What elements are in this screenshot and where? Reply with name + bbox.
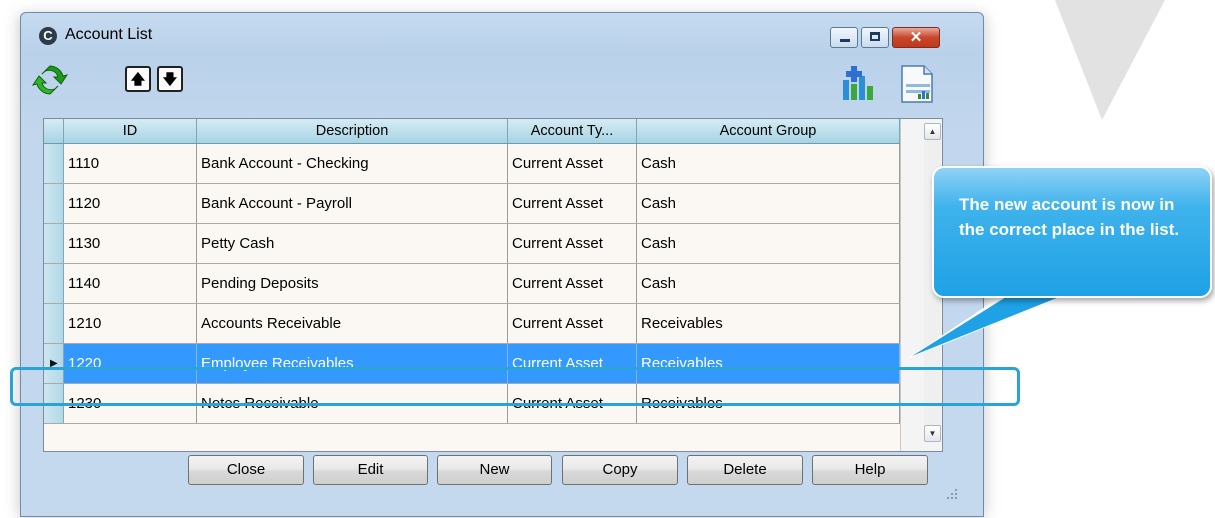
row-header[interactable] xyxy=(44,144,64,183)
row-header[interactable] xyxy=(44,304,64,343)
cell-description: Accounts Receivable xyxy=(197,304,508,343)
app-logo-icon: C xyxy=(39,27,57,45)
window-title: Account List xyxy=(65,26,153,43)
delete-button[interactable]: Delete xyxy=(687,455,803,485)
scroll-down-button[interactable]: ▼ xyxy=(924,425,941,442)
cell-account-group: Cash xyxy=(637,184,900,223)
row-header[interactable] xyxy=(44,264,64,303)
cell-account-type: Current Asset xyxy=(508,184,637,223)
row-header-corner xyxy=(44,119,64,143)
cell-id: 1120 xyxy=(64,184,197,223)
row-header[interactable] xyxy=(44,224,64,263)
table-row[interactable]: 1210 Accounts Receivable Current Asset R… xyxy=(44,304,900,344)
cell-account-group: Cash xyxy=(637,264,900,303)
column-header-account-type[interactable]: Account Ty... xyxy=(508,119,637,143)
maximize-button[interactable] xyxy=(861,27,889,48)
column-header-account-group[interactable]: Account Group xyxy=(637,119,900,143)
minimize-icon xyxy=(840,39,850,42)
table-row[interactable]: 1140 Pending Deposits Current Asset Cash xyxy=(44,264,900,304)
close-icon: ✕ xyxy=(909,29,923,46)
close-window-button[interactable]: ✕ xyxy=(892,27,940,48)
cell-id: 1110 xyxy=(64,144,197,183)
table-row[interactable]: 1130 Petty Cash Current Asset Cash xyxy=(44,224,900,264)
move-down-button[interactable]: 🡇 xyxy=(157,66,183,92)
cell-id: 1140 xyxy=(64,264,197,303)
cell-account-type: Current Asset xyxy=(508,144,637,183)
close-button[interactable]: Close xyxy=(188,455,304,485)
scroll-up-button[interactable]: ▲ xyxy=(924,123,941,140)
edit-button[interactable]: Edit xyxy=(313,455,428,485)
cell-description: Bank Account - Payroll xyxy=(197,184,508,223)
table-row[interactable]: 1120 Bank Account - Payroll Current Asse… xyxy=(44,184,900,224)
cell-account-group: Cash xyxy=(637,224,900,263)
title-bar[interactable]: C Account List ✕ xyxy=(21,13,983,55)
minimize-button[interactable] xyxy=(830,27,858,48)
cell-account-type: Current Asset xyxy=(508,224,637,263)
callout-bubble: The new account is now in the correct pl… xyxy=(932,166,1212,298)
move-down-arrow-icon: 🡇 xyxy=(162,71,178,87)
cell-id: 1130 xyxy=(64,224,197,263)
cell-account-type: Current Asset xyxy=(508,304,637,343)
cell-account-type: Current Asset xyxy=(508,264,637,303)
cell-id: 1210 xyxy=(64,304,197,343)
callout-text: The new account is now in the correct pl… xyxy=(959,195,1180,239)
selected-row-highlight xyxy=(10,367,1020,406)
refresh-icon[interactable] xyxy=(32,62,68,98)
copy-button[interactable]: Copy xyxy=(562,455,678,485)
table-row[interactable]: 1110 Bank Account - Checking Current Ass… xyxy=(44,144,900,184)
maximize-icon xyxy=(870,32,880,41)
column-header-description[interactable]: Description xyxy=(197,119,508,143)
add-chart-icon[interactable] xyxy=(839,64,879,104)
grid-header: ID Description Account Ty... Account Gro… xyxy=(44,119,900,144)
help-button[interactable]: Help xyxy=(812,455,928,485)
cell-account-group: Receivables xyxy=(637,304,900,343)
move-up-button[interactable]: 🡅 xyxy=(125,66,151,92)
cell-account-group: Cash xyxy=(637,144,900,183)
cell-description: Pending Deposits xyxy=(197,264,508,303)
resize-grip-icon[interactable] xyxy=(946,488,958,500)
cell-description: Bank Account - Checking xyxy=(197,144,508,183)
cell-description: Petty Cash xyxy=(197,224,508,263)
row-header[interactable] xyxy=(44,184,64,223)
column-header-id[interactable]: ID xyxy=(64,119,197,143)
move-up-arrow-icon: 🡅 xyxy=(130,71,146,87)
new-button[interactable]: New xyxy=(437,455,552,485)
report-icon[interactable] xyxy=(896,64,936,104)
